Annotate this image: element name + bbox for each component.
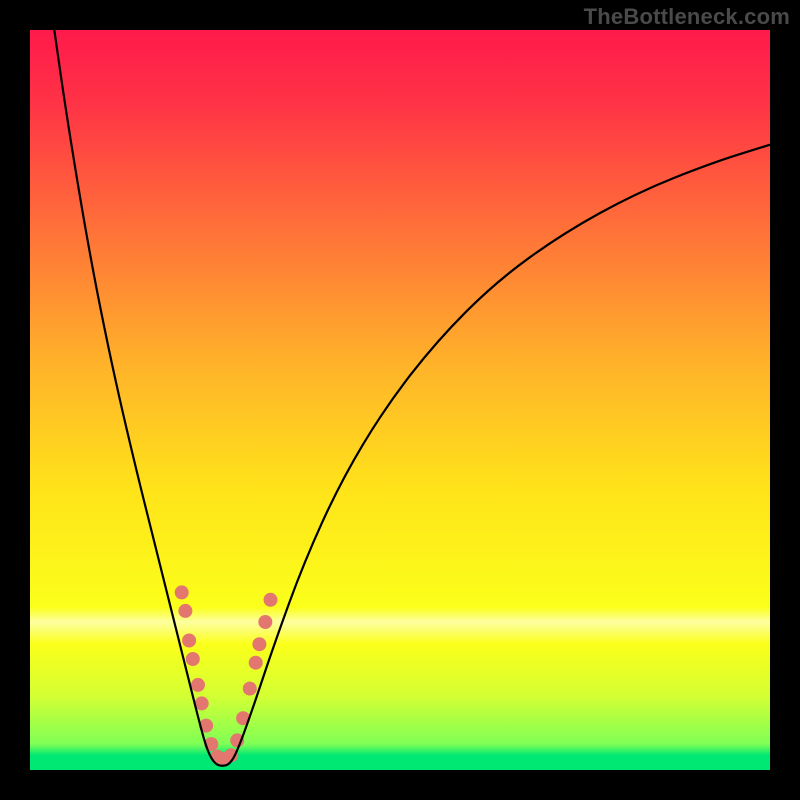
highlight-dots — [175, 585, 278, 766]
highlight-dot — [243, 682, 257, 696]
curve-layer — [30, 30, 770, 770]
highlight-dot — [264, 593, 278, 607]
highlight-dot — [191, 678, 205, 692]
chart-frame: TheBottleneck.com — [0, 0, 800, 800]
highlight-dot — [249, 656, 263, 670]
plot-area — [30, 30, 770, 770]
highlight-dot — [182, 634, 196, 648]
bottleneck-curve — [52, 15, 770, 766]
watermark-text: TheBottleneck.com — [584, 4, 790, 30]
highlight-dot — [178, 604, 192, 618]
highlight-dot — [252, 637, 266, 651]
highlight-dot — [258, 615, 272, 629]
highlight-dot — [175, 585, 189, 599]
highlight-dot — [186, 652, 200, 666]
